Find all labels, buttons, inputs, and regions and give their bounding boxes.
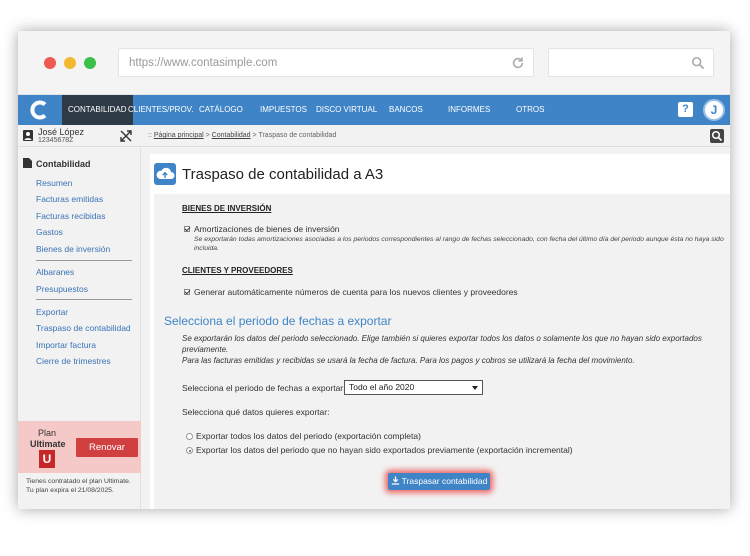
breadcrumb-separator: > [205,132,210,139]
breadcrumb-prefix: :: [148,132,152,139]
radio-incremental-export[interactable]: Exportar los datos del periodo que no ha… [186,445,573,455]
switch-company-icon[interactable] [120,130,132,142]
data-select-label: Selecciona qué datos quieres exportar: [182,407,330,417]
sidebar-item-albaranes[interactable]: Albaranes [36,267,74,277]
nav-bancos[interactable]: BANCOS [389,95,423,125]
search-icon [711,130,723,142]
radio-button-full[interactable] [186,433,193,440]
sidebar-item-exportar[interactable]: Exportar [36,307,68,317]
plan-note-line: Tu plan expira el 21/08/2025. [26,487,114,494]
sidebar-item-presupuestos[interactable]: Presupuestos [36,284,88,294]
nav-otros[interactable]: OTROS [516,95,544,125]
reload-icon[interactable] [511,56,525,70]
radio-full-label: Exportar todos los datos del periodo (ex… [196,431,421,441]
browser-search-bar[interactable] [548,48,714,77]
content-card: Traspaso de contabilidad a A3 BIENES DE … [150,154,730,509]
help-icon[interactable]: ? [678,102,693,117]
maximize-window-button[interactable] [84,57,96,69]
sub-bar: José López 12345678Z :: Página principal… [18,125,730,147]
export-panel: BIENES DE INVERSIÓN Amortizaciones de bi… [154,194,730,509]
traspasar-button-label: Traspasar contabilidad [401,476,488,486]
period-note-line: Para las facturas emitidas y recibidas s… [182,356,635,365]
sidebar-item-gastos[interactable]: Gastos [36,227,63,237]
close-window-button[interactable] [44,57,56,69]
clients-section-title: CLIENTES Y PROVEEDORES [182,266,293,275]
page-title: Traspaso de contabilidad a A3 [182,166,384,183]
plan-box: Plan Ultimate U Renovar [18,421,141,473]
user-name: José López [38,127,85,137]
nav-informes[interactable]: INFORMES [448,95,490,125]
breadcrumb: :: Página principal > Contabilidad > Tra… [148,132,336,139]
assets-note: Se exportarán todas amortizaciones asoci… [194,236,724,252]
assets-section-title: BIENES DE INVERSIÓN [182,204,272,213]
plan-badge-icon: U [39,450,55,468]
sidebar-header: Contabilidad [23,158,91,169]
contasimple-logo[interactable] [18,95,60,125]
assets-check-row[interactable]: Amortizaciones de bienes de inversión [184,224,340,234]
breadcrumb-separator: > [252,132,257,139]
chevron-down-icon [472,386,478,390]
sidebar-item-resumen[interactable]: Resumen [36,178,72,188]
avatar[interactable]: J [703,99,725,121]
sidebar: Contabilidad Resumen Facturas emitidas F… [18,148,141,509]
sidebar-item-importar-factura[interactable]: Importar factura [36,340,96,350]
search-icon [691,56,705,70]
breadcrumb-section-link[interactable]: Contabilidad [212,132,251,139]
plan-note: Tienes contratado el plan Ultimate. Tu p… [26,477,141,495]
clients-checkbox[interactable] [184,289,190,295]
period-title: Selecciona el periodo de fechas a export… [164,314,392,328]
period-note-line: Se exportarán los datos del periodo sele… [182,334,702,354]
clients-check-label: Generar automáticamente números de cuent… [194,287,518,297]
address-bar[interactable]: https://www.contasimple.com [118,48,534,77]
main-content: Traspaso de contabilidad a A3 BIENES DE … [142,148,730,509]
breadcrumb-current: Traspaso de contabilidad [258,132,337,139]
nav-contabilidad[interactable]: CONTABILIDAD [62,95,133,125]
period-note: Se exportarán los datos del periodo sele… [182,333,730,366]
clients-check-row[interactable]: Generar automáticamente números de cuent… [184,287,518,297]
radio-incremental-label: Exportar los datos del periodo que no ha… [196,445,573,455]
period-select-label: Selecciona el periodo de fechas a export… [182,383,346,393]
main-nav: CONTABILIDAD CLIENTES/PROV. CATÁLOGO IMP… [18,95,730,125]
plan-name: Ultimate [30,439,66,449]
sidebar-item-cierre-trimestres[interactable]: Cierre de trimestres [36,356,111,366]
radio-button-incremental[interactable] [186,447,193,454]
nav-impuestos[interactable]: IMPUESTOS [260,95,307,125]
radio-full-export[interactable]: Exportar todos los datos del periodo (ex… [186,431,421,441]
period-select-value: Todo el año 2020 [349,382,415,392]
minimize-window-button[interactable] [64,57,76,69]
document-icon [23,158,32,168]
download-icon [391,476,399,485]
breadcrumb-home-link[interactable]: Página principal [154,132,204,139]
sidebar-item-traspaso[interactable]: Traspaso de contabilidad [36,323,131,333]
period-select[interactable]: Todo el año 2020 [344,380,483,395]
assets-check-label: Amortizaciones de bienes de inversión [194,224,340,234]
browser-chrome: https://www.contasimple.com [18,31,730,95]
plan-note-line: Tienes contratado el plan Ultimate. [26,478,131,485]
sidebar-item-facturas-emitidas[interactable]: Facturas emitidas [36,194,103,204]
nav-clientes[interactable]: CLIENTES/PROV. [128,95,194,125]
sidebar-divider [36,299,132,300]
sidebar-divider [36,260,132,261]
user-id: 12345678Z [38,137,74,144]
nav-disco-virtual[interactable]: DISCO VIRTUAL [316,95,377,125]
plan-word: Plan [38,428,57,438]
browser-window: https://www.contasimple.com CONTABILIDAD… [18,31,730,509]
traspasar-button[interactable]: Traspasar contabilidad [388,473,490,490]
assets-checkbox[interactable] [184,226,190,232]
logo-c-icon [30,100,47,120]
url-text: https://www.contasimple.com [129,57,278,69]
renew-button[interactable]: Renovar [76,438,138,457]
user-icon [23,130,33,141]
sidebar-item-bienes-inversion[interactable]: Bienes de inversión [36,244,110,254]
nav-catalogo[interactable]: CATÁLOGO [199,95,243,125]
sidebar-header-label: Contabilidad [36,159,91,169]
search-button[interactable] [710,129,724,143]
sidebar-item-facturas-recibidas[interactable]: Facturas recibidas [36,211,105,221]
cloud-upload-icon [154,163,176,185]
